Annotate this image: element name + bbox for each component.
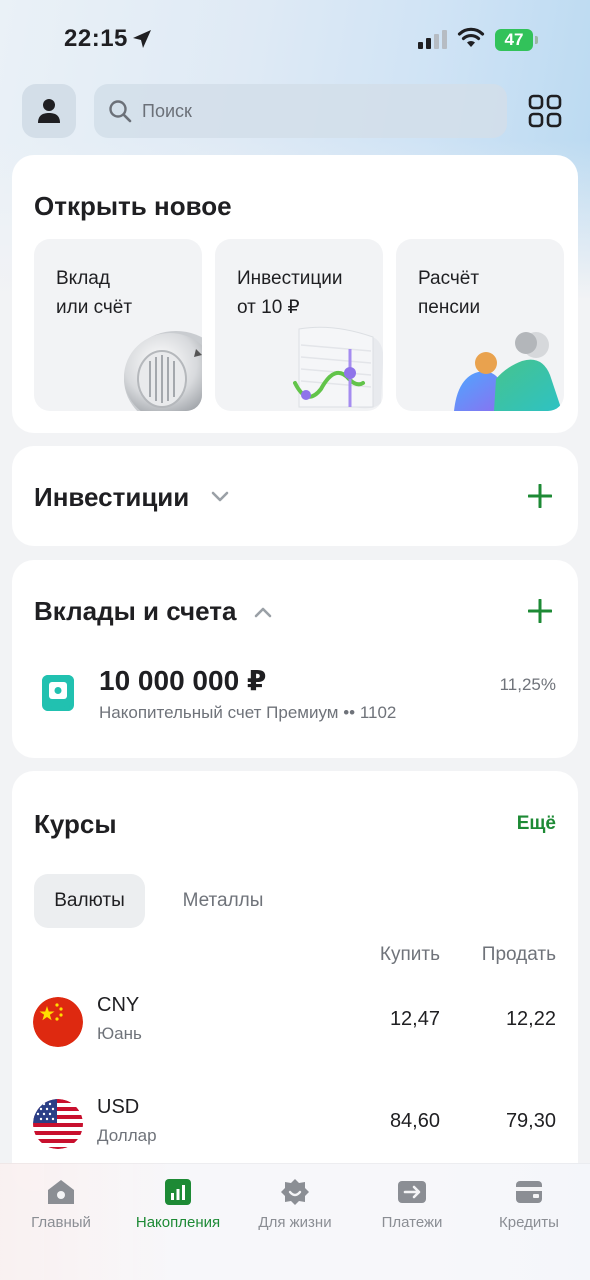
nav-label: Кредиты [499,1214,559,1231]
nav-label: Платежи [381,1214,443,1231]
home-icon [48,1180,74,1204]
savings-chart-icon [165,1179,191,1205]
nav-item-credits[interactable]: Кредиты [470,1178,588,1231]
investments-card[interactable]: Инвестиции [12,446,578,546]
nav-label: Накопления [135,1214,221,1231]
payments-icon [398,1181,426,1203]
nav-item-main[interactable]: Главный [2,1178,120,1231]
nav-item-payments[interactable]: Платежи [353,1178,471,1231]
rates-more-link[interactable]: Ещё [517,813,556,835]
add-investment-plus-icon[interactable] [528,484,552,508]
deposits-title: Вклады и счета [34,596,237,626]
credits-icon [516,1181,542,1203]
battery-level: 47 [504,30,524,49]
tile-label: Расчёт пенсии [418,268,481,318]
rate-row-usd[interactable]: USD Доллар 84,60 79,30 [12,1092,578,1156]
user-icon [38,99,60,123]
rates-title: Курсы [34,809,117,839]
safe-icon [42,675,74,711]
lifestyle-icon [281,1179,309,1205]
status-time: 22:15 [64,25,128,52]
chevron-up-icon[interactable] [254,606,272,618]
investment-chart-illustration [293,326,383,409]
deposits-accounts-card: Вклады и счета 10 000 000 ₽ Накопительны… [12,560,578,758]
pension-people-illustration [454,332,562,411]
nav-item-lifestyle[interactable]: Для жизни [236,1178,354,1231]
open-new-title: Открыть новое [34,191,232,221]
nav-item-savings[interactable]: Накопления [119,1178,237,1231]
status-bar: 22:15 47 [0,0,590,80]
tab-label: Валюты [54,890,125,911]
account-description: Накопительный счет Премиум •• 1102 [99,703,397,722]
chevron-down-icon[interactable] [211,491,229,503]
investments-title: Инвестиции [34,482,190,512]
currency-name: Доллар [97,1126,157,1145]
add-deposit-plus-icon[interactable] [528,599,552,623]
battery-indicator: 47 [495,29,538,51]
cellular-signal-icon [418,30,447,49]
account-interest-rate: 11,25% [499,675,556,694]
usa-flag-icon [33,1099,83,1149]
tile-label: Вклад или счёт [56,268,133,318]
currency-name: Юань [97,1024,142,1043]
currency-code: CNY [97,994,140,1016]
sell-rate: 12,22 [505,1008,556,1030]
account-balance: 10 000 000 ₽ [99,665,267,696]
tab-metals[interactable]: Металлы [158,874,288,928]
bottom-navigation: Главный Накопления Для жизни Платежи Кре… [0,1163,590,1280]
search-icon [109,100,132,123]
buy-rate: 84,60 [389,1110,440,1132]
tile-investments[interactable]: Инвестиции от 10 ₽ [215,239,383,411]
profile-button[interactable] [22,84,76,138]
tab-currencies[interactable]: Валюты [34,874,145,928]
column-header-sell: Продать [481,944,556,965]
tile-label: Инвестиции от 10 ₽ [237,268,343,318]
exchange-rates-card: Курсы Ещё Валюты Металлы Купить Продать … [12,771,578,1191]
tile-deposit-or-account[interactable]: Вклад или счёт [34,239,202,411]
currency-code: USD [97,1096,140,1118]
tab-label: Металлы [182,890,264,911]
china-flag-icon [33,997,83,1047]
apps-grid-icon[interactable] [527,93,563,129]
nav-label: Главный [31,1214,91,1231]
buy-rate: 12,47 [389,1008,440,1030]
open-new-card: Открыть новое Вклад или счёт Инвестиции … [12,155,578,433]
rate-row-cny[interactable]: CNY Юань 12,47 12,22 [12,990,578,1054]
search-input[interactable] [142,100,482,122]
column-header-buy: Купить [379,944,440,965]
sell-rate: 79,30 [505,1110,556,1132]
wifi-icon [457,27,485,47]
location-arrow-icon [133,30,151,48]
search-bar[interactable] [94,84,507,138]
tile-pension-calculation[interactable]: Расчёт пенсии [396,239,564,411]
nav-label: Для жизни [258,1214,332,1231]
safe-dial-illustration [124,331,202,411]
